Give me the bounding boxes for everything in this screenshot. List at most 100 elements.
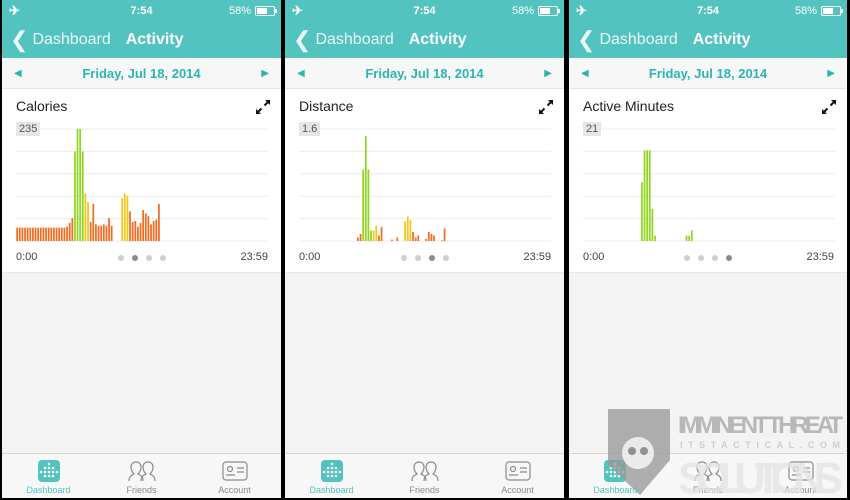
date-label[interactable]: Friday, Jul 18, 2014 <box>365 66 483 81</box>
chart-bar <box>84 193 87 241</box>
page-dot[interactable] <box>117 255 124 261</box>
chart-bar <box>404 221 407 241</box>
triangle-right-icon[interactable]: ▶ <box>544 68 552 79</box>
expand-icon[interactable] <box>821 99 837 115</box>
chart-bar <box>646 150 649 241</box>
page-dot[interactable] <box>414 255 421 261</box>
page-dot[interactable] <box>400 255 407 261</box>
page-dot[interactable] <box>159 255 166 261</box>
tab-dashboard[interactable]: Dashboard <box>285 454 378 498</box>
chart-bar <box>362 169 365 241</box>
chart-bar <box>648 150 651 241</box>
triangle-left-icon[interactable]: ◀ <box>297 68 305 79</box>
y-max-label: 21 <box>583 122 602 136</box>
nav-bar: ❮ Dashboard Activity <box>285 22 564 58</box>
date-label[interactable]: Friday, Jul 18, 2014 <box>82 66 200 81</box>
chart-bar <box>53 227 55 241</box>
chart-bar <box>367 169 370 241</box>
chart-bar <box>359 234 362 241</box>
battery-icon <box>538 6 560 16</box>
x-end-label: 23:59 <box>523 251 551 263</box>
tab-friends[interactable]: Friends <box>378 454 471 498</box>
chart-bar <box>155 219 158 241</box>
friends-icon <box>410 459 440 483</box>
chart-bar <box>150 224 152 241</box>
page-dot[interactable] <box>712 255 718 261</box>
expand-icon[interactable] <box>255 99 271 115</box>
status-bar: ✈ 7:54 58% <box>2 0 281 22</box>
triangle-right-icon[interactable]: ▶ <box>827 68 835 79</box>
phone-screen-distance: ✈ 7:54 58% ❮ Dashboard Activity ◀ Friday… <box>285 0 564 498</box>
expand-icon[interactable] <box>538 99 554 115</box>
chart-bar <box>21 227 24 241</box>
triangle-right-icon[interactable]: ▶ <box>261 68 269 79</box>
y-max-label: 235 <box>16 122 41 136</box>
page-dot[interactable] <box>442 255 449 261</box>
chart-bar <box>37 227 40 241</box>
chart-bar <box>79 129 82 241</box>
chart-bar <box>147 216 150 241</box>
chart-bar <box>430 234 433 241</box>
page-dot[interactable] <box>145 255 152 261</box>
chart-bar <box>42 227 45 241</box>
chart-bar <box>18 227 21 241</box>
chart-bar <box>63 227 66 241</box>
date-selector: ◀ Friday, Jul 18, 2014 ▶ <box>2 58 281 89</box>
chart-bar <box>139 222 142 241</box>
back-label: Dashboard <box>32 31 111 48</box>
chevron-left-icon: ❮ <box>293 27 312 52</box>
chart-bar <box>39 227 42 241</box>
bar-chart <box>583 128 835 242</box>
chart-bar <box>643 150 646 241</box>
chart-bar <box>126 195 129 241</box>
chart-bar <box>47 227 50 241</box>
tab-label: Account <box>218 485 251 495</box>
chart-bar <box>412 231 414 241</box>
chart-bar <box>134 220 137 241</box>
chart-bar <box>425 238 428 241</box>
triangle-left-icon[interactable]: ◀ <box>14 68 22 79</box>
battery-percent: 58% <box>794 5 817 17</box>
chart-bar <box>144 213 147 241</box>
back-button[interactable]: ❮ Dashboard <box>2 29 111 51</box>
tab-account[interactable]: Account <box>471 454 564 498</box>
chart-bar <box>433 235 435 241</box>
tab-dashboard[interactable]: Dashboard <box>2 454 95 498</box>
chart-bar <box>58 227 61 241</box>
chart-bar <box>26 227 29 241</box>
date-label[interactable]: Friday, Jul 18, 2014 <box>649 66 767 81</box>
battery-percent: 58% <box>228 5 251 17</box>
chart-bar <box>45 227 47 241</box>
date-selector: ◀ Friday, Jul 18, 2014 ▶ <box>285 58 564 89</box>
battery-icon <box>255 6 277 16</box>
chart-card: Distance 1.6 0:00 23:59 <box>285 89 564 273</box>
page-dot[interactable] <box>684 255 690 261</box>
chart-bar <box>102 224 105 241</box>
chart-bar <box>651 209 654 241</box>
back-button[interactable]: ❮ Dashboard <box>285 29 394 51</box>
watermark-line3: SOLUTIONS <box>678 454 843 498</box>
battery-percent: 58% <box>511 5 534 17</box>
chart-bar <box>378 235 380 241</box>
page-dot[interactable] <box>698 255 704 261</box>
tab-bar: Dashboard Friends Account <box>285 453 564 498</box>
chart-bar <box>81 151 84 241</box>
back-button[interactable]: ❮ Dashboard <box>569 29 678 51</box>
chart-bar <box>60 227 63 241</box>
battery-icon <box>821 6 843 16</box>
y-max-label: 1.6 <box>299 122 321 136</box>
chevron-left-icon: ❮ <box>577 27 596 52</box>
page-indicator <box>285 255 564 261</box>
tab-account[interactable]: Account <box>188 454 281 498</box>
chart-bar <box>29 227 32 241</box>
chart-bar <box>89 221 92 241</box>
chart-bar <box>105 225 108 241</box>
page-dot[interactable] <box>726 255 732 261</box>
chart-bar <box>414 237 417 241</box>
triangle-left-icon[interactable]: ◀ <box>581 68 589 79</box>
tab-label: Friends <box>126 485 157 495</box>
page-dot[interactable] <box>428 255 435 261</box>
page-dot[interactable] <box>131 255 138 261</box>
chart-bar <box>357 237 359 241</box>
tab-friends[interactable]: Friends <box>95 454 188 498</box>
